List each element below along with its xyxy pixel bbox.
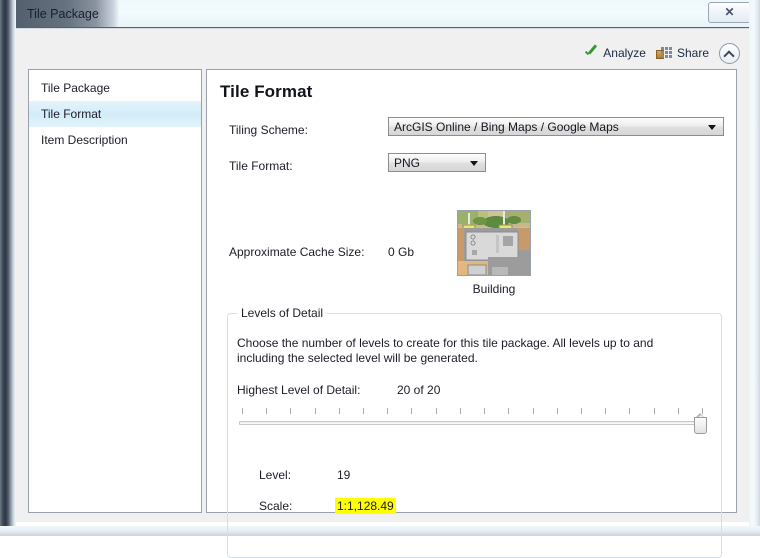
slider-tick [387,408,389,414]
levels-of-detail-description: Choose the number of levels to create fo… [237,336,654,365]
close-button[interactable]: ✕ [708,2,751,23]
sidebar-item-item-description[interactable]: Item Description [29,127,201,153]
slider-tick [459,408,461,414]
share-label: Share [676,46,709,60]
sidebar: Tile Package Tile Format Item Descriptio… [28,69,202,513]
slider-tick [556,408,558,414]
slider-tick [435,408,437,414]
tile-format-select[interactable]: PNG [388,153,486,172]
slider-track[interactable] [239,421,705,425]
slider-thumb[interactable] [694,413,707,434]
slider-ticks [242,408,703,416]
cache-size-label: Approximate Cache Size: [229,245,365,259]
tile-format-label: Tile Format: [229,159,293,173]
window-title: Tile Package [27,7,99,21]
tiling-scheme-select[interactable]: ArcGIS Online / Bing Maps / Google Maps [388,117,724,136]
slider-tick [314,408,316,414]
command-bar: Analyze Share [584,42,740,64]
levels-of-detail-title: Levels of Detail [237,306,328,320]
slider-tick [508,408,510,414]
slider-tick [242,408,243,414]
scale-value: 1:1,128.49 [335,498,396,514]
slider-tick [532,408,534,414]
page-title: Tile Format [220,82,313,101]
thumbnail-caption: Building [472,282,516,296]
title-bar: Tile Package ✕ [0,0,760,28]
share-package-icon [655,46,673,60]
tile-package-window: Tile Package ✕ Analyze Share Tile Packag… [0,0,760,558]
tile-format-value: PNG [394,156,421,170]
analyze-button[interactable]: Analyze [584,46,646,60]
chevron-down-icon [708,124,716,130]
tiling-scheme-value: ArcGIS Online / Bing Maps / Google Maps [394,120,619,134]
scale-value-wrap: 1:1,128.49 [335,498,396,514]
sidebar-item-tile-package[interactable]: Tile Package [29,75,201,101]
window-right-frame [749,0,760,536]
scale-label: Scale: [259,499,293,513]
share-button[interactable]: Share [655,46,709,60]
chevron-down-icon [470,160,478,166]
slider-tick [266,408,268,414]
dialog-client-area: Analyze Share Tile Package Tile Format I… [16,28,749,558]
green-check-icon [584,46,599,60]
chevron-up-icon[interactable] [719,42,740,64]
slider-tick [580,408,582,414]
slider-tick [629,408,631,414]
slider-tick [290,408,292,414]
main-content-panel: Tile Format Tiling Scheme: ArcGIS Online… [206,69,737,558]
highest-lod-label: Highest Level of Detail: [237,383,361,397]
analyze-label: Analyze [603,46,646,60]
level-of-detail-slider[interactable] [237,408,707,438]
slider-tick [363,408,365,414]
tile-preview-thumbnail [457,210,531,276]
tiling-scheme-label: Tiling Scheme: [229,123,308,137]
level-value: 19 [337,468,351,482]
close-icon: ✕ [724,5,735,19]
sidebar-item-tile-format[interactable]: Tile Format [29,101,201,127]
slider-tick [411,408,413,414]
window-left-frame [0,0,16,536]
slider-tick [484,408,486,414]
highest-lod-value: 20 of 20 [397,383,441,397]
slider-tick [653,408,655,414]
slider-tick [677,408,679,414]
level-label: Level: [259,468,292,482]
slider-tick [605,408,607,414]
slider-tick [338,408,340,414]
cache-size-value: 0 Gb [388,245,415,259]
